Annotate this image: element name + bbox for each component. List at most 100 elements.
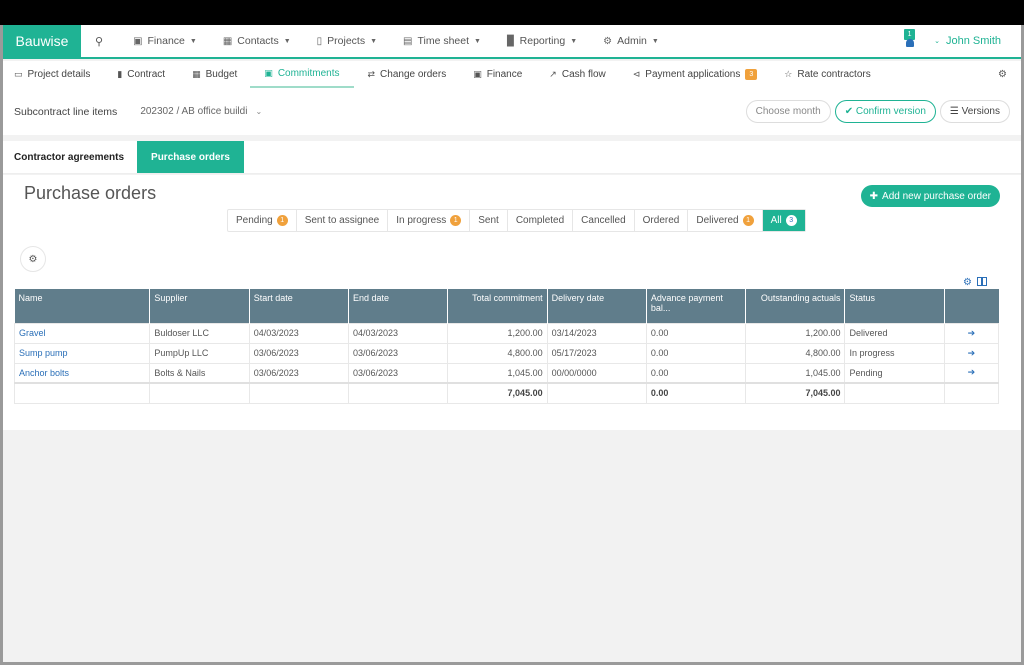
subnav-commitments[interactable]: ▣ Commitments xyxy=(250,61,354,88)
nav-admin[interactable]: ⚙ Admin ▼ xyxy=(603,35,659,47)
nav-finance[interactable]: ▣ Finance ▼ xyxy=(133,35,197,47)
nav-reporting[interactable]: ▉ Reporting ▼ xyxy=(507,35,577,47)
table-cell: 04/03/2023 xyxy=(248,322,350,344)
calculator-icon: ▦ xyxy=(192,69,201,79)
wallet-icon: ▣ xyxy=(264,68,273,78)
col-supplier[interactable]: Supplier xyxy=(149,289,250,323)
filter-in-progress[interactable]: In progress 1 xyxy=(388,210,471,231)
table-row: Gravel Buldoser LLC 04/03/2023 04/03/2023 1,… xyxy=(13,322,1000,344)
col-delivery-date[interactable]: Delivery date xyxy=(547,289,647,323)
nav-label: Finance xyxy=(147,35,185,47)
subnav-project-details[interactable]: ▭ Project details xyxy=(14,61,103,88)
search-icon[interactable]: ⚲ xyxy=(95,35,103,48)
filter-delivered[interactable]: Delivered 1 xyxy=(688,210,763,231)
filter-all[interactable]: All 3 xyxy=(762,210,805,231)
col-advance-payment[interactable]: Advance payment bal... xyxy=(646,289,747,323)
filter-pending[interactable]: Pending 1 xyxy=(228,210,297,231)
col-status[interactable]: Status xyxy=(844,289,945,323)
brand-logo[interactable]: Bauwise xyxy=(3,25,81,58)
open-arrow-icon[interactable]: ➔ xyxy=(943,342,1000,364)
project-select[interactable]: 202302 / AB office buildi ⌄ xyxy=(140,106,262,117)
columns-icon[interactable] xyxy=(977,277,987,286)
contact-card-icon: ▦ xyxy=(222,35,233,47)
table-cell: Delivered xyxy=(844,322,945,344)
row-name-link[interactable]: Gravel xyxy=(13,322,151,344)
button-label: Add new purchase order xyxy=(882,190,991,202)
list-icon: ☰ xyxy=(949,106,962,117)
subnav-change-orders[interactable]: ⇄ Change orders xyxy=(368,61,460,88)
filter-label: Cancelled xyxy=(581,215,626,226)
table-cell: In progress xyxy=(844,342,945,364)
col-total-commitment[interactable]: Total commitment xyxy=(447,289,548,323)
settings-gear-icon[interactable]: ⚙ xyxy=(998,69,1007,80)
book-icon: ▣ xyxy=(473,69,482,79)
top-navbar: Bauwise ⚲ ▣ Finance ▼ ▦ Contacts ▼ ▯ Projects… xyxy=(3,25,1021,59)
calendar-icon: ▤ xyxy=(403,35,413,47)
subnav-payment-applications[interactable]: ⊲ Payment applications 3 xyxy=(633,61,771,88)
add-purchase-order-button[interactable]: ✚ Add new purchase order xyxy=(860,185,1000,207)
check-icon: ✔ xyxy=(844,106,856,117)
nav-time-sheet[interactable]: ▤ Time sheet ▼ xyxy=(403,35,481,47)
user-menu[interactable]: ⌄ John Smith xyxy=(934,35,1001,47)
count-badge: 1 xyxy=(450,215,462,226)
gear-icon[interactable]: ⚙ xyxy=(963,277,972,288)
project-select-value: 202302 / AB office buildi xyxy=(140,106,248,117)
col-actions xyxy=(944,289,999,323)
confirm-version-button[interactable]: ✔ Confirm version xyxy=(834,100,936,123)
subnav-cash-flow[interactable]: ↗ Cash flow xyxy=(549,61,618,88)
totals-row: 7,045.00 0.00 7,045.00 xyxy=(13,382,1000,404)
count-badge: 3 xyxy=(785,215,797,226)
subnav-budget[interactable]: ▦ Budget xyxy=(192,61,250,88)
filter-completed[interactable]: Completed xyxy=(508,210,574,231)
subnav-rate-contractors[interactable]: ☆ Rate contractors xyxy=(784,61,883,88)
table-cell: Bolts & Nails xyxy=(149,362,250,384)
share-icon: ⊲ xyxy=(632,69,641,79)
star-icon: ☆ xyxy=(784,69,793,79)
nav-contacts[interactable]: ▦ Contacts ▼ xyxy=(223,35,291,47)
section-label: Subcontract line items xyxy=(14,105,118,118)
row-name-link[interactable]: Sump pump xyxy=(13,342,151,364)
row-name-link[interactable]: Anchor bolts xyxy=(13,362,151,384)
subnav-finance[interactable]: ▣ Finance xyxy=(473,61,535,88)
col-outstanding-actuals[interactable]: Outstanding actuals xyxy=(745,289,846,323)
caret-down-icon: ▼ xyxy=(370,37,378,45)
table-cell: 00/00/0000 xyxy=(546,362,647,384)
tab-purchase-orders[interactable]: Purchase orders xyxy=(137,141,244,173)
table-cell: 03/06/2023 xyxy=(248,362,350,384)
caret-down-icon: ▼ xyxy=(189,37,197,45)
filter-ordered[interactable]: Ordered xyxy=(635,210,689,231)
count-badge: 1 xyxy=(276,215,288,226)
nav-projects[interactable]: ▯ Projects ▼ xyxy=(317,35,377,47)
open-arrow-icon[interactable]: ➔ xyxy=(943,362,1000,384)
total-cell xyxy=(347,382,449,404)
open-arrow-icon[interactable]: ➔ xyxy=(943,322,1000,344)
subnav-label: Payment applications xyxy=(645,69,741,80)
subnav-contract[interactable]: ▮ Contract xyxy=(117,61,178,88)
subnav-label: Contract xyxy=(127,69,166,80)
count-badge: 3 xyxy=(745,69,758,80)
filter-cancelled[interactable]: Cancelled xyxy=(573,210,635,231)
notification-bell-icon[interactable]: 1 xyxy=(904,29,916,49)
filter-sent[interactable]: Sent xyxy=(470,210,508,231)
table-cell: 0.00 xyxy=(645,342,747,364)
filter-label: All xyxy=(770,215,782,226)
filter-label: Sent xyxy=(478,215,499,226)
nav-label: Reporting xyxy=(519,35,566,47)
table-settings-button[interactable]: ⚙ xyxy=(20,246,46,272)
filter-sent-to-assignee[interactable]: Sent to assignee xyxy=(297,210,389,231)
tab-contractor-agreements[interactable]: Contractor agreements xyxy=(3,141,137,173)
button-label: Confirm version xyxy=(855,106,926,117)
col-name[interactable]: Name xyxy=(14,289,151,323)
total-cell: 7,045.00 xyxy=(745,382,846,404)
subnav-label: Budget xyxy=(205,69,238,80)
filter-label: Completed xyxy=(515,215,565,226)
col-end-date[interactable]: End date xyxy=(348,289,449,323)
choose-month-input[interactable]: Choose month xyxy=(745,100,831,123)
caret-down-icon: ▼ xyxy=(283,37,291,45)
total-cell xyxy=(248,382,350,404)
col-start-date[interactable]: Start date xyxy=(249,289,350,323)
table-cell: 1,200.00 xyxy=(745,322,846,344)
table-cell: Buldoser LLC xyxy=(149,322,250,344)
subnav-label: Commitments xyxy=(277,68,340,79)
versions-button[interactable]: ☰ Versions xyxy=(939,100,1010,123)
